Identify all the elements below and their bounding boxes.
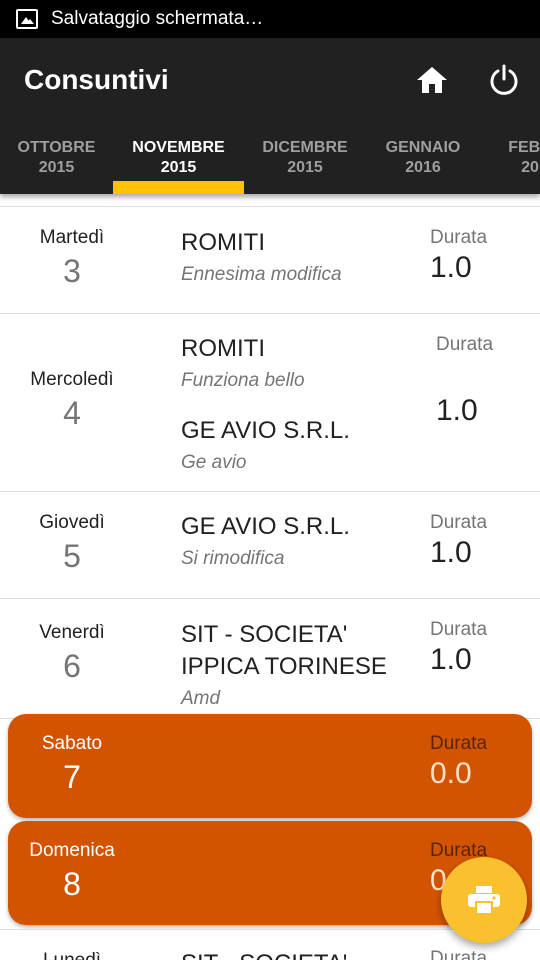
day-number: 6: [63, 648, 81, 684]
duration-label: Durata: [430, 733, 488, 754]
day-name: Lunedì: [0, 950, 144, 960]
weekend-day-card[interactable]: Sabato 7 Durata 0.0: [8, 714, 532, 818]
page-title: Consuntivi: [24, 64, 169, 95]
duration-label: Durata: [430, 619, 488, 640]
day-name: Domenica: [29, 840, 115, 861]
status-bar: Salvataggio schermata…: [0, 0, 540, 38]
tab-year: 2016: [405, 159, 441, 176]
day-number: 4: [63, 395, 81, 431]
day-number: 7: [63, 759, 81, 795]
duration-value: 1.0: [436, 394, 478, 427]
client-name: ROMITI: [181, 229, 265, 256]
image-icon: [16, 9, 38, 29]
tab-year: 20: [521, 159, 539, 176]
duration-label: Durata: [430, 512, 488, 533]
day-name: Venerdì: [39, 622, 105, 643]
tab-dicembre-2015[interactable]: DICEMBRE 2015: [244, 122, 366, 194]
print-icon: [468, 886, 500, 915]
list-item[interactable]: Martedì 3 ROMITI Ennesima modifica Durat…: [0, 207, 540, 314]
client-name: SIT - SOCIETA': [181, 948, 347, 960]
tab-month: DICEMBRE: [262, 139, 348, 156]
tab-gennaio-2016[interactable]: GENNAIO 2016: [366, 122, 480, 194]
duration-value: 1.0: [430, 536, 472, 569]
list-item[interactable]: Mercoledì 4 ROMITI Funziona bello GE AVI…: [0, 314, 540, 492]
list-item[interactable]: Giovedì 5 GE AVIO S.R.L. Si rimodifica D…: [0, 492, 540, 599]
client-name: GE AVIO S.R.L.: [181, 513, 350, 540]
client-name-line1: SIT - SOCIETA': [181, 621, 348, 648]
entry-note: Ge avio: [181, 452, 247, 473]
day-number: 8: [63, 866, 81, 902]
status-notification: Salvataggio schermata…: [51, 8, 264, 29]
home-icon: [417, 67, 447, 93]
month-tabs: OTTOBRE 2015 NOVEMBRE 2015 DICEMBRE 2015…: [0, 122, 540, 194]
client-name: ROMITI: [181, 335, 265, 362]
duration-value: 1.0: [430, 643, 472, 676]
duration-label: Durata: [430, 948, 488, 960]
power-icon: [490, 64, 518, 95]
client-name: GE AVIO S.R.L.: [181, 417, 350, 444]
tab-month: OTTOBRE: [17, 139, 96, 156]
tab-year: 2015: [160, 159, 197, 176]
day-list[interactable]: Martedì 3 ROMITI Ennesima modifica Durat…: [0, 206, 540, 960]
duration-label: Durata: [436, 334, 494, 355]
list-item[interactable]: Venerdì 6 SIT - SOCIETA' IPPICA TORINESE…: [0, 599, 540, 719]
tab-ottobre-2015[interactable]: OTTOBRE 2015: [0, 122, 113, 194]
tab-month: FEBB: [508, 139, 540, 156]
entry-note: Funziona bello: [181, 370, 305, 391]
entry-note: Ennesima modifica: [181, 264, 342, 285]
tab-year: 2015: [38, 159, 75, 176]
day-name: Mercoledì: [30, 369, 114, 390]
tab-year: 2015: [287, 159, 323, 176]
tab-febbraio-2016[interactable]: FEBB 20: [480, 122, 540, 194]
entry-note: Si rimodifica: [181, 548, 285, 569]
app-bar: Consuntivi: [0, 38, 540, 122]
tab-month: NOVEMBRE: [132, 139, 225, 156]
client-name-line2: IPPICA TORINESE: [181, 653, 387, 680]
tab-month: GENNAIO: [385, 139, 461, 156]
day-name: Sabato: [41, 733, 103, 754]
logout-button[interactable]: [468, 38, 540, 122]
duration-value: 0.0: [430, 757, 472, 790]
day-name: Giovedì: [39, 512, 105, 533]
tab-indicator: [113, 181, 244, 194]
duration-value: 1.0: [430, 251, 472, 284]
print-button[interactable]: [441, 857, 527, 943]
day-name: Martedì: [39, 227, 105, 248]
day-number: 3: [63, 253, 81, 289]
day-number: 5: [63, 538, 81, 574]
home-button[interactable]: [396, 38, 468, 122]
entry-note: Amd: [181, 688, 221, 709]
duration-label: Durata: [430, 227, 488, 248]
